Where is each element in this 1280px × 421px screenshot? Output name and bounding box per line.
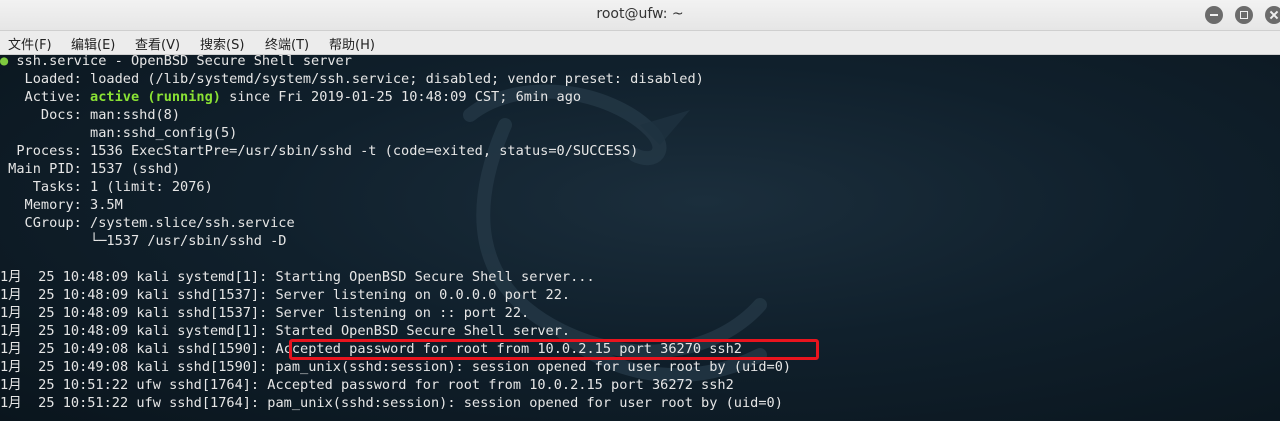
status-cgroup-child: └─1537 /usr/sbin/sshd -D [0, 233, 287, 249]
terminal-window: root@ufw: ~ 文件(F) 编辑(E) 查看(V) 搜索(S) 终端(T… [0, 0, 1280, 421]
menu-file[interactable]: 文件(F) [8, 34, 52, 53]
status-header: ● ssh.service - OpenBSD Secure Shell ser… [0, 55, 352, 70]
status-tasks: Tasks: 1 (limit: 2076) [0, 179, 213, 195]
menu-view[interactable]: 查看(V) [135, 34, 180, 53]
status-docs-2: man:sshd_config(5) [0, 125, 238, 141]
status-loaded: Loaded: loaded (/lib/systemd/system/ssh.… [0, 71, 704, 87]
terminal-output[interactable]: ● ssh.service - OpenBSD Secure Shell ser… [0, 55, 1280, 421]
highlight-box [289, 339, 819, 360]
active-since: since Fri 2019-01-25 10:48:09 CST; 6min … [220, 89, 582, 105]
log-line: 1月 25 10:49:08 kali sshd[1590]: pam_unix… [0, 359, 792, 375]
service-title: ssh.service - OpenBSD Secure Shell serve… [16, 55, 352, 69]
status-cgroup: CGroup: /system.slice/ssh.service [0, 215, 295, 231]
active-state: active (running) [90, 89, 221, 105]
menu-bar: 文件(F) 编辑(E) 查看(V) 搜索(S) 终端(T) 帮助(H) [0, 31, 1280, 55]
window-title: root@ufw: ~ [596, 6, 684, 22]
menu-terminal[interactable]: 终端(T) [265, 34, 309, 53]
log-line: 1月 25 10:48:09 kali sshd[1537]: Server l… [0, 287, 571, 303]
menu-edit[interactable]: 编辑(E) [71, 34, 115, 53]
menu-help[interactable]: 帮助(H) [329, 34, 375, 53]
close-button[interactable] [1265, 6, 1280, 24]
status-active: Active: active (running) since Fri 2019-… [0, 88, 582, 106]
status-memory: Memory: 3.5M [0, 197, 123, 213]
title-bar[interactable]: root@ufw: ~ [0, 0, 1280, 31]
status-process: Process: 1536 ExecStartPre=/usr/sbin/ssh… [0, 143, 639, 159]
log-line: 1月 25 10:48:09 kali sshd[1537]: Server l… [0, 305, 530, 321]
status-dot: ● [0, 55, 9, 69]
log-line: 1月 25 10:48:09 kali systemd[1]: Starting… [0, 269, 595, 285]
active-label: Active: [0, 89, 91, 105]
menu-search[interactable]: 搜索(S) [200, 34, 244, 53]
log-line: 1月 25 10:48:09 kali systemd[1]: Started … [0, 323, 571, 339]
log-line: 1月 25 10:51:22 ufw sshd[1764]: pam_unix(… [0, 395, 783, 411]
status-main-pid: Main PID: 1537 (sshd) [0, 161, 181, 177]
status-docs: Docs: man:sshd(8) [0, 107, 181, 123]
maximize-button[interactable] [1235, 6, 1253, 24]
log-line: 1月 25 10:51:22 ufw sshd[1764]: Accepted … [0, 377, 734, 393]
minimize-button[interactable] [1205, 6, 1223, 24]
